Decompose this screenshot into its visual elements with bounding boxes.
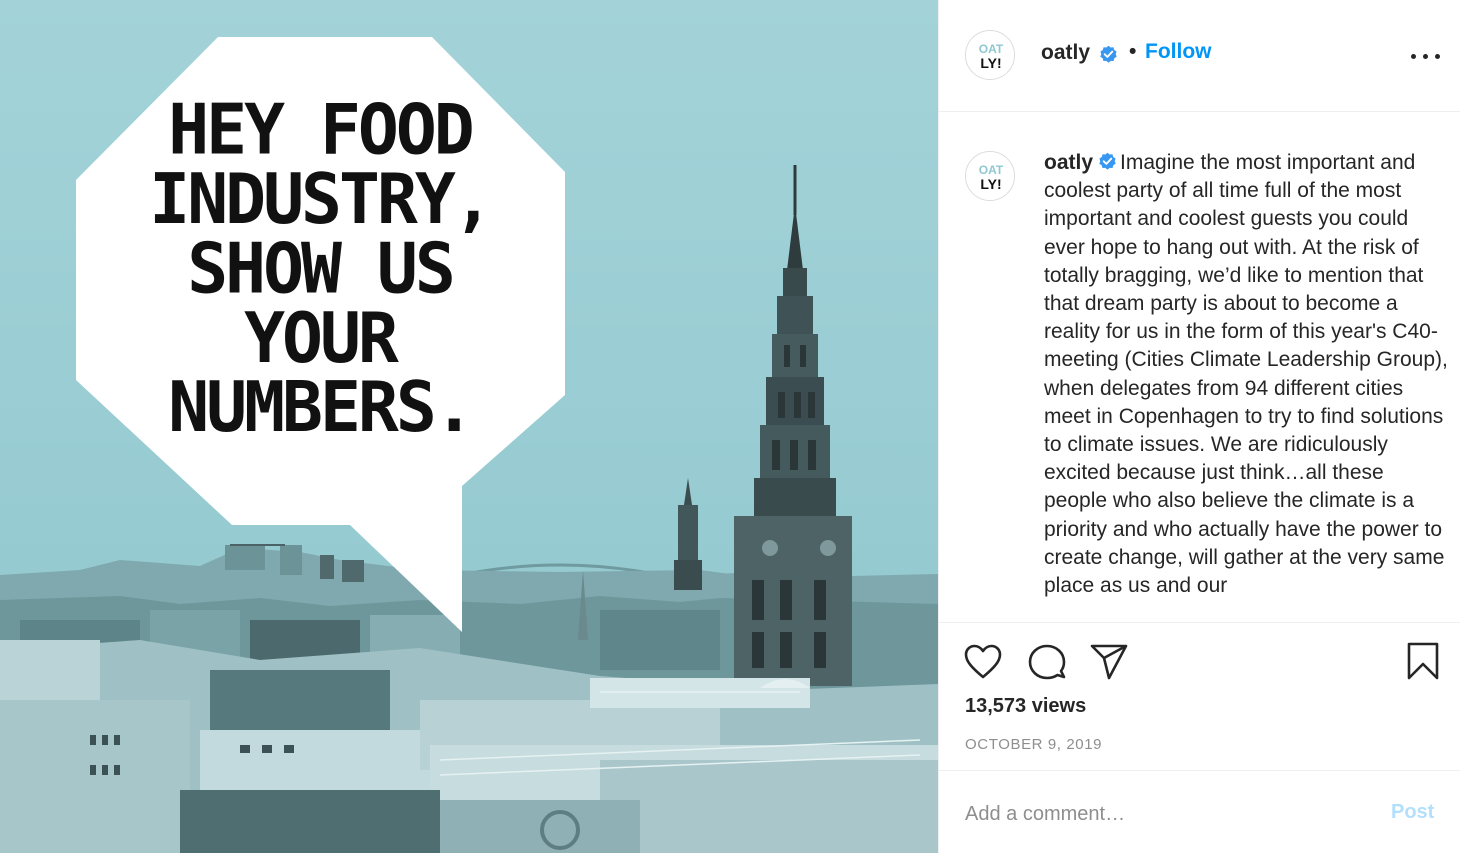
logo-line: OAT <box>979 42 1004 56</box>
bookmark-icon[interactable] <box>1405 641 1441 681</box>
bubble-line: NUMBERS. <box>168 367 475 449</box>
post-comment-button[interactable]: Post <box>1391 801 1434 824</box>
oatly-logo-icon: OAT LY! <box>966 152 1014 200</box>
header-username[interactable]: oatly <box>1041 41 1090 65</box>
caption-username[interactable]: oatly <box>1044 151 1093 174</box>
logo-line: LY! <box>980 176 1001 192</box>
post-actions: 13,573 views OCTOBER 9, 2019 <box>939 622 1460 770</box>
follow-button[interactable]: Follow <box>1145 40 1212 64</box>
more-options-icon[interactable] <box>1409 42 1443 68</box>
comment-section: Post <box>939 770 1460 853</box>
post-side-panel: OAT LY! oatly • Follow OAT LY! oatly Ima… <box>938 0 1460 853</box>
logo-line: OAT <box>979 163 1004 177</box>
post-image[interactable]: HEY FOOD INDUSTRY, SHOW US YOUR NUMBERS. <box>0 0 938 853</box>
bubble-line: YOUR <box>244 298 399 380</box>
caption-text-block: oatly Imagine the most important and coo… <box>1044 149 1452 600</box>
caption-text: Imagine the most important and coolest p… <box>1044 151 1448 598</box>
bubble-line: INDUSTRY, <box>149 159 493 241</box>
verified-badge-icon <box>1100 45 1117 63</box>
verified-badge-icon <box>1099 152 1116 170</box>
instagram-post: HEY FOOD INDUSTRY, SHOW US YOUR NUMBERS.… <box>0 0 1460 853</box>
header-separator: • <box>1129 40 1137 63</box>
bubble-line: HEY FOOD <box>168 90 475 172</box>
comment-icon[interactable] <box>1027 643 1067 681</box>
logo-line: LY! <box>980 55 1001 71</box>
speech-bubble-text: HEY FOOD INDUSTRY, SHOW US YOUR NUMBERS. <box>120 90 520 449</box>
heart-icon[interactable] <box>963 643 1003 681</box>
views-count[interactable]: 13,573 views <box>965 695 1086 718</box>
post-header: OAT LY! oatly • Follow <box>939 0 1460 112</box>
post-date[interactable]: OCTOBER 9, 2019 <box>965 736 1102 753</box>
comment-input[interactable] <box>965 799 1365 829</box>
oatly-logo-icon: OAT LY! <box>966 31 1014 79</box>
share-icon[interactable] <box>1089 643 1129 681</box>
caption-section: OAT LY! oatly Imagine the most important… <box>939 113 1460 621</box>
avatar[interactable]: OAT LY! <box>965 30 1015 80</box>
avatar[interactable]: OAT LY! <box>965 151 1015 201</box>
bubble-line: SHOW US <box>187 229 456 310</box>
